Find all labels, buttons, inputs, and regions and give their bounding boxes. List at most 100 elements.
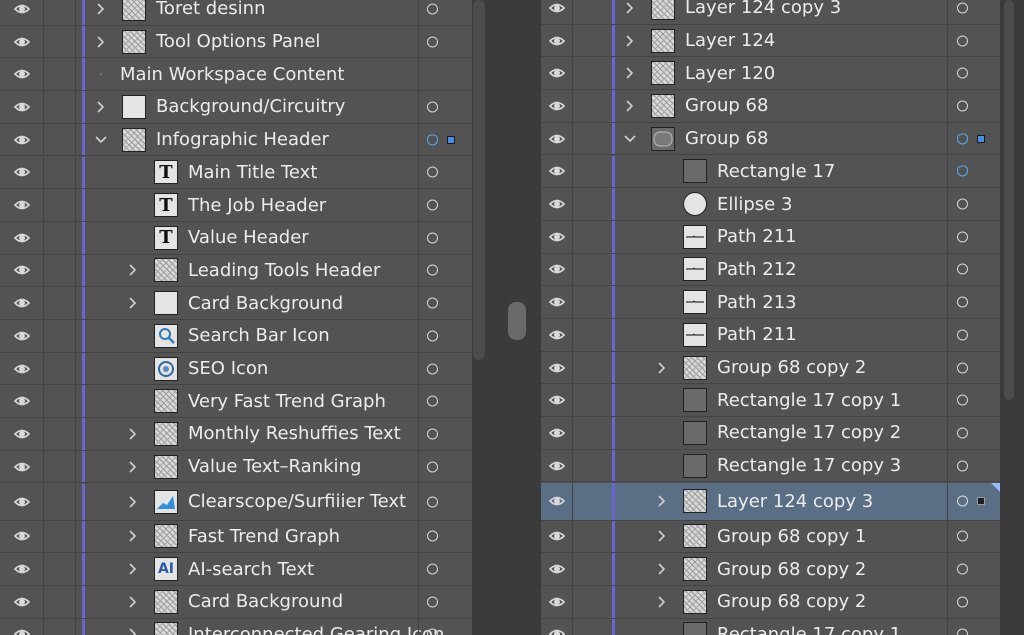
target-circle-icon[interactable] [957, 596, 968, 608]
layer-name[interactable]: Group 68 copy 1 [717, 521, 866, 553]
layer-row[interactable]: Path 212 [541, 253, 1000, 287]
layer-row[interactable]: Background/Circuitry [0, 91, 472, 124]
layer-row[interactable]: Infographic Header [0, 123, 472, 157]
layer-name[interactable]: AI-search Text [188, 553, 314, 585]
lock-toggle[interactable] [44, 156, 76, 189]
layer-row[interactable]: Group 68 copy 1 [541, 520, 1000, 554]
lock-toggle[interactable] [44, 520, 76, 553]
target-circle-icon[interactable] [427, 563, 438, 575]
target-circle-icon[interactable] [957, 530, 968, 542]
visibility-toggle[interactable] [541, 618, 573, 635]
layer-row[interactable]: T The Job Header [0, 189, 472, 222]
expand-chevron[interactable] [623, 90, 637, 122]
visibility-toggle[interactable] [0, 520, 44, 553]
lock-toggle[interactable] [573, 618, 615, 635]
target-circle-icon[interactable] [957, 427, 968, 439]
lock-toggle[interactable] [573, 155, 615, 188]
target-circle-icon[interactable] [957, 563, 968, 575]
visibility-toggle[interactable] [0, 585, 44, 618]
visibility-toggle[interactable] [0, 25, 44, 58]
layer-row[interactable]: Group 68 copy 2 [541, 351, 1000, 385]
layer-name[interactable]: Card Background [188, 287, 343, 319]
target-circle-icon[interactable] [957, 35, 968, 47]
expand-chevron[interactable] [623, 57, 637, 89]
lock-toggle[interactable] [573, 90, 615, 122]
visibility-toggle[interactable] [0, 91, 44, 123]
lock-toggle[interactable] [44, 618, 76, 635]
visibility-toggle[interactable] [541, 417, 573, 449]
target-circle-icon[interactable] [427, 461, 438, 473]
expand-chevron[interactable] [126, 418, 140, 450]
layer-name[interactable]: Path 211 [717, 221, 797, 253]
layer-row[interactable]: Layer 124 copy 3 [541, 482, 1000, 521]
target-circle-icon[interactable] [427, 530, 438, 542]
lock-toggle[interactable] [44, 287, 76, 319]
lock-toggle[interactable] [44, 450, 76, 483]
target-circle-icon[interactable] [427, 3, 438, 15]
target-circle-icon[interactable] [427, 166, 438, 178]
target-circle-icon[interactable] [957, 495, 968, 507]
lock-toggle[interactable] [573, 286, 615, 318]
layer-row[interactable]: Rectangle 17 copy 2 [541, 417, 1000, 450]
target-active-icon[interactable] [957, 133, 968, 145]
layer-name[interactable]: Path 211 [717, 319, 797, 351]
target-circle-icon[interactable] [427, 496, 438, 507]
layer-name[interactable]: Path 213 [717, 286, 797, 318]
expand-chevron[interactable] [655, 553, 669, 585]
layer-row[interactable]: Layer 124 copy 3 [541, 0, 1000, 25]
layer-name[interactable]: Value Text–Ranking [188, 451, 361, 483]
layer-row[interactable]: Clearscope/Surfiiier Text [0, 483, 472, 521]
lock-toggle[interactable] [573, 188, 615, 220]
visibility-toggle[interactable] [541, 253, 573, 286]
visibility-toggle[interactable] [541, 286, 573, 318]
layer-row[interactable]: AI AI-search Text [0, 553, 472, 586]
target-circle-icon[interactable] [427, 264, 438, 276]
lock-toggle[interactable] [573, 449, 615, 482]
left-scrollbar-thumb[interactable] [473, 0, 485, 360]
layer-row[interactable]: Ellipse 3 [541, 188, 1000, 221]
layer-row[interactable]: Tool Options Panel [0, 25, 472, 59]
lock-toggle[interactable] [573, 585, 615, 618]
layer-row[interactable]: T Value Header [0, 221, 472, 255]
layer-row[interactable]: SEO Icon [0, 352, 472, 386]
layer-name[interactable]: Group 68 copy 2 [717, 352, 866, 384]
layer-name[interactable]: Main Title Text [188, 157, 317, 189]
layer-row[interactable]: Search Bar Icon [0, 320, 472, 353]
lock-toggle[interactable] [44, 320, 76, 352]
layer-row[interactable]: Path 213 [541, 286, 1000, 319]
layer-name[interactable]: Layer 124 copy 3 [717, 483, 873, 520]
layer-name[interactable]: Very Fast Trend Graph [188, 385, 386, 417]
layer-name[interactable]: Group 68 [685, 90, 768, 122]
target-active-icon[interactable] [427, 134, 438, 146]
layer-row[interactable]: Monthly Reshuffies Text [0, 418, 472, 451]
target-circle-icon[interactable] [957, 2, 968, 14]
lock-toggle[interactable] [573, 220, 615, 253]
visibility-toggle[interactable] [541, 482, 573, 520]
panel-splitter-handle[interactable] [508, 302, 526, 340]
layer-row[interactable]: Path 211 [541, 319, 1000, 352]
lock-toggle[interactable] [44, 418, 76, 450]
target-circle-icon[interactable] [957, 329, 968, 341]
visibility-toggle[interactable] [0, 553, 44, 585]
expand-chevron[interactable] [126, 484, 140, 520]
lock-toggle[interactable] [573, 253, 615, 286]
lock-toggle[interactable] [44, 123, 76, 156]
lock-toggle[interactable] [44, 58, 76, 91]
visibility-toggle[interactable] [0, 618, 44, 635]
expand-chevron[interactable] [655, 483, 669, 520]
layer-row[interactable]: T Main Title Text [0, 156, 472, 190]
lock-toggle[interactable] [44, 254, 76, 287]
target-circle-icon[interactable] [957, 394, 968, 406]
visibility-toggle[interactable] [541, 122, 573, 155]
visibility-toggle[interactable] [0, 123, 44, 156]
layer-name[interactable]: Layer 124 [685, 25, 775, 57]
expand-chevron[interactable] [126, 586, 140, 618]
left-scrollbar-track[interactable] [472, 0, 486, 635]
expand-chevron[interactable] [655, 521, 669, 553]
visibility-toggle[interactable] [541, 585, 573, 618]
right-scrollbar-thumb[interactable] [1004, 0, 1014, 400]
lock-toggle[interactable] [573, 520, 615, 553]
target-circle-icon[interactable] [957, 362, 968, 374]
layer-name[interactable]: Rectangle 17 [717, 156, 835, 188]
expand-chevron[interactable] [126, 553, 140, 585]
